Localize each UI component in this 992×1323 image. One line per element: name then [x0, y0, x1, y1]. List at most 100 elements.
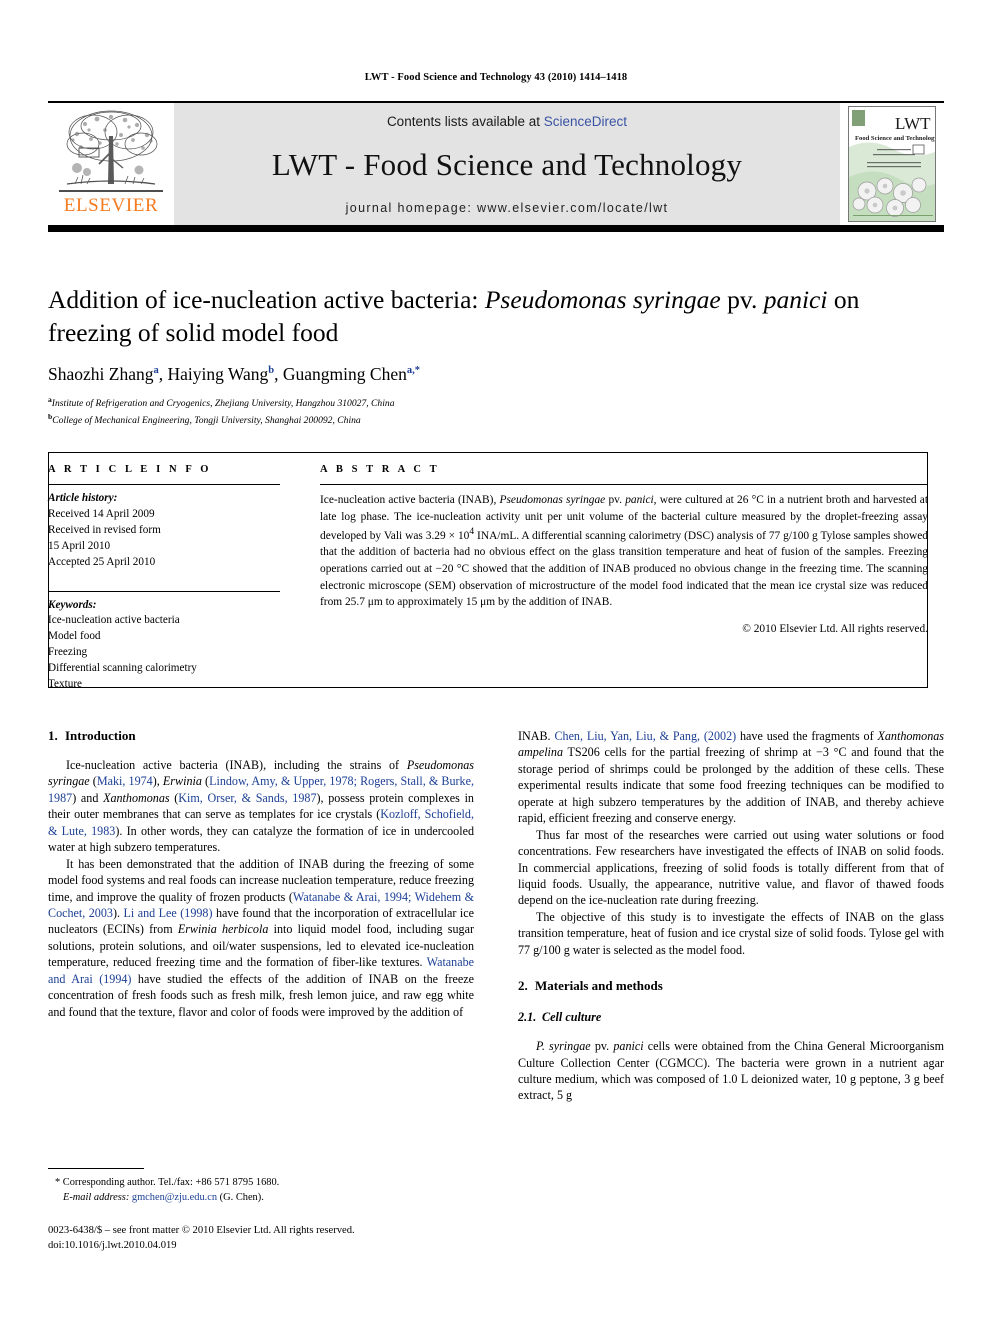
lc-p1-e: ) and: [72, 790, 104, 805]
keyword-item: Ice-nucleation active bacteria: [48, 614, 180, 627]
lc-p1-species-3: Xanthomonas: [103, 790, 170, 805]
title-part-1: Addition of ice-nucleation active bacter…: [48, 285, 485, 314]
intro-paragraph-1: Ice-nucleation active bacteria (INAB), i…: [48, 757, 474, 856]
imprint-block: 0023-6438/$ – see front matter © 2010 El…: [48, 1223, 488, 1253]
band-column-gap: [280, 464, 320, 693]
history-item: 15 April 2010: [48, 539, 111, 552]
title-part-2: pv.: [720, 285, 764, 314]
keyword-item: Freezing: [48, 646, 88, 659]
elsevier-wordmark: ELSEVIER: [63, 195, 159, 216]
contents-available-line: Contents lists available at ScienceDirec…: [387, 114, 627, 129]
right-paragraph-1: INAB. Chen, Liu, Yan, Liu, & Pang, (2002…: [518, 728, 944, 827]
title-species-1: Pseudomonas syringae: [484, 285, 721, 314]
history-item: Accepted 25 April 2010: [48, 555, 156, 568]
email-link[interactable]: gmchen@zju.edu.cn: [132, 1192, 217, 1203]
right-paragraph-2: Thus far most of the researches were car…: [518, 827, 944, 908]
band-right-vertical-rule: [927, 452, 928, 688]
subsection-heading-cell-culture: 2.1. Cell culture: [518, 1010, 944, 1025]
email-label: E-mail address:: [63, 1192, 130, 1204]
history-item: Received 14 April 2009: [48, 507, 155, 520]
journal-cover-block: LWT - Food Science and Technology: [840, 103, 944, 225]
section-heading-materials-methods: 2. Materials and methods: [518, 978, 944, 994]
lc-p2-b: ).: [112, 905, 124, 920]
paper-page: LWT - Food Science and Technology 43 (20…: [0, 0, 992, 1323]
journal-homepage-link[interactable]: journal homepage: www.elsevier.com/locat…: [346, 201, 669, 215]
masthead-bottom-rule: [48, 225, 944, 232]
footnote-rule: [48, 1168, 144, 1169]
title-species-2: panici: [763, 285, 828, 314]
history-item: Received in revised form: [48, 523, 161, 536]
lc-p1-c: ),: [152, 774, 163, 789]
sciencedirect-link[interactable]: ScienceDirect: [544, 114, 627, 129]
contents-prefix-text: Contents lists available at: [386, 114, 544, 129]
article-info-heading: A R T I C L E I N F O: [48, 464, 212, 475]
abstract-species-1: Pseudomonas syringae: [499, 494, 606, 506]
cellculture-title: Cell culture: [542, 1010, 602, 1025]
cellculture-number: 2.1.: [518, 1010, 537, 1025]
imprint-line-1: 0023-6438/$ – see front matter © 2010 El…: [48, 1225, 355, 1236]
intro-title: Introduction: [65, 728, 136, 743]
abstract-heading: A B S T R A C T: [320, 464, 440, 475]
right-paragraph-3: The objective of this study is to invest…: [518, 909, 944, 957]
abstract-column: A B S T R A C T Ice-nucleation active ba…: [320, 464, 928, 693]
masthead-body: ELSEVIER Contents lists available at Sci…: [48, 103, 944, 225]
corresponding-author-note: * Corresponding author. Tel./fax: +86 57…: [55, 1177, 280, 1188]
keyword-item: Texture: [48, 678, 83, 691]
info-abstract-band: A R T I C L E I N F O Article history: R…: [48, 452, 928, 693]
journal-masthead: ELSEVIER Contents lists available at Sci…: [48, 101, 944, 232]
affiliations: aInstitute of Refrigeration and Cryogeni…: [48, 394, 928, 428]
lc-p1-species-2: Erwinia: [162, 774, 202, 789]
title-part-3: on: [827, 285, 860, 314]
body-columns: 1. Introduction Ice-nucleation active bac…: [48, 728, 944, 1104]
author-1: Shaozhi Zhang: [48, 364, 154, 385]
affiliation-a-text: Institute of Refrigeration and Cryogenic…: [51, 398, 395, 410]
rc-p1-a: INAB.: [518, 729, 555, 743]
body-column-gap: [474, 728, 518, 1104]
doi-line[interactable]: doi:10.1016/j.lwt.2010.04.019: [48, 1238, 488, 1253]
citation-link[interactable]: Kim, Orser, & Sands, 1987: [178, 791, 316, 805]
lc-p1-d: (: [201, 774, 210, 789]
abstract-part-1: Ice-nucleation active bacteria (INAB),: [320, 494, 500, 506]
affiliation-b: bCollege of Mechanical Engineering, Tong…: [48, 411, 928, 428]
page-title: Addition of ice-nucleation active bacter…: [48, 283, 928, 349]
rc-p4-species-1: P. syringae: [536, 1039, 591, 1054]
keyword-item: Model food: [48, 630, 101, 643]
author-list: Shaozhi Zhanga, Haiying Wangb, Guangming…: [48, 364, 928, 385]
band-bottom-rule: [48, 687, 928, 688]
title-line-2: freezing of solid model food: [48, 318, 339, 348]
elsevier-logo-block: ELSEVIER: [48, 103, 174, 225]
abstract-species-2: panici: [625, 494, 654, 506]
citation-link[interactable]: Maki, 1974: [97, 774, 153, 788]
author-2: , Haiying Wang: [158, 364, 269, 385]
citation-link[interactable]: Li and Lee (1998): [123, 906, 212, 920]
right-column: INAB. Chen, Liu, Yan, Liu, & Pang, (2002…: [518, 728, 944, 1104]
keyword-item: Differential scanning calorimetry: [48, 662, 197, 675]
email-note: E-mail address: gmchen@zju.edu.cn (G. Ch…: [48, 1190, 474, 1205]
affiliation-a: aInstitute of Refrigeration and Cryogeni…: [48, 394, 928, 411]
methods-title: Materials and methods: [535, 978, 663, 994]
svg-text:Food Science and Technology: Food Science and Technology: [855, 135, 936, 142]
band-left-vertical-rule: [48, 452, 49, 688]
citation-link[interactable]: Chen, Liu, Yan, Liu, & Pang, (2002): [554, 729, 736, 743]
rc-p4-species-2: panici: [613, 1039, 644, 1054]
lc-p1-f: (: [169, 790, 179, 805]
affiliation-b-text: College of Mechanical Engineering, Tongj…: [52, 415, 361, 427]
article-history-block: Article history: Received 14 April 2009 …: [48, 485, 280, 571]
right-paragraph-4: P. syringae pv. panici cells were obtain…: [518, 1038, 944, 1104]
journal-cover-thumbnail[interactable]: LWT - Food Science and Technology: [848, 106, 936, 222]
footnote-block: * Corresponding author. Tel./fax: +86 57…: [48, 1168, 474, 1205]
lc-p1-b: (: [89, 774, 97, 789]
author-3-affil-marker[interactable]: a,*: [407, 365, 420, 376]
masthead-grey-panel: Contents lists available at ScienceDirec…: [174, 103, 840, 225]
rc-p4-a: pv.: [590, 1039, 614, 1054]
abstract-part-2: pv.: [605, 494, 626, 506]
email-suffix: (G. Chen).: [217, 1192, 264, 1204]
section-heading-introduction: 1. Introduction: [48, 728, 474, 744]
cover-art-icon: LWT - Food Science and Technology: [849, 107, 936, 221]
intro-number: 1.: [48, 728, 58, 743]
elsevier-tree-icon: [59, 110, 163, 192]
article-info-column: A R T I C L E I N F O Article history: R…: [48, 464, 280, 693]
running-head: LWT - Food Science and Technology 43 (20…: [364, 72, 628, 83]
journal-title: LWT - Food Science and Technology: [271, 147, 743, 182]
band-columns: A R T I C L E I N F O Article history: R…: [48, 453, 928, 693]
